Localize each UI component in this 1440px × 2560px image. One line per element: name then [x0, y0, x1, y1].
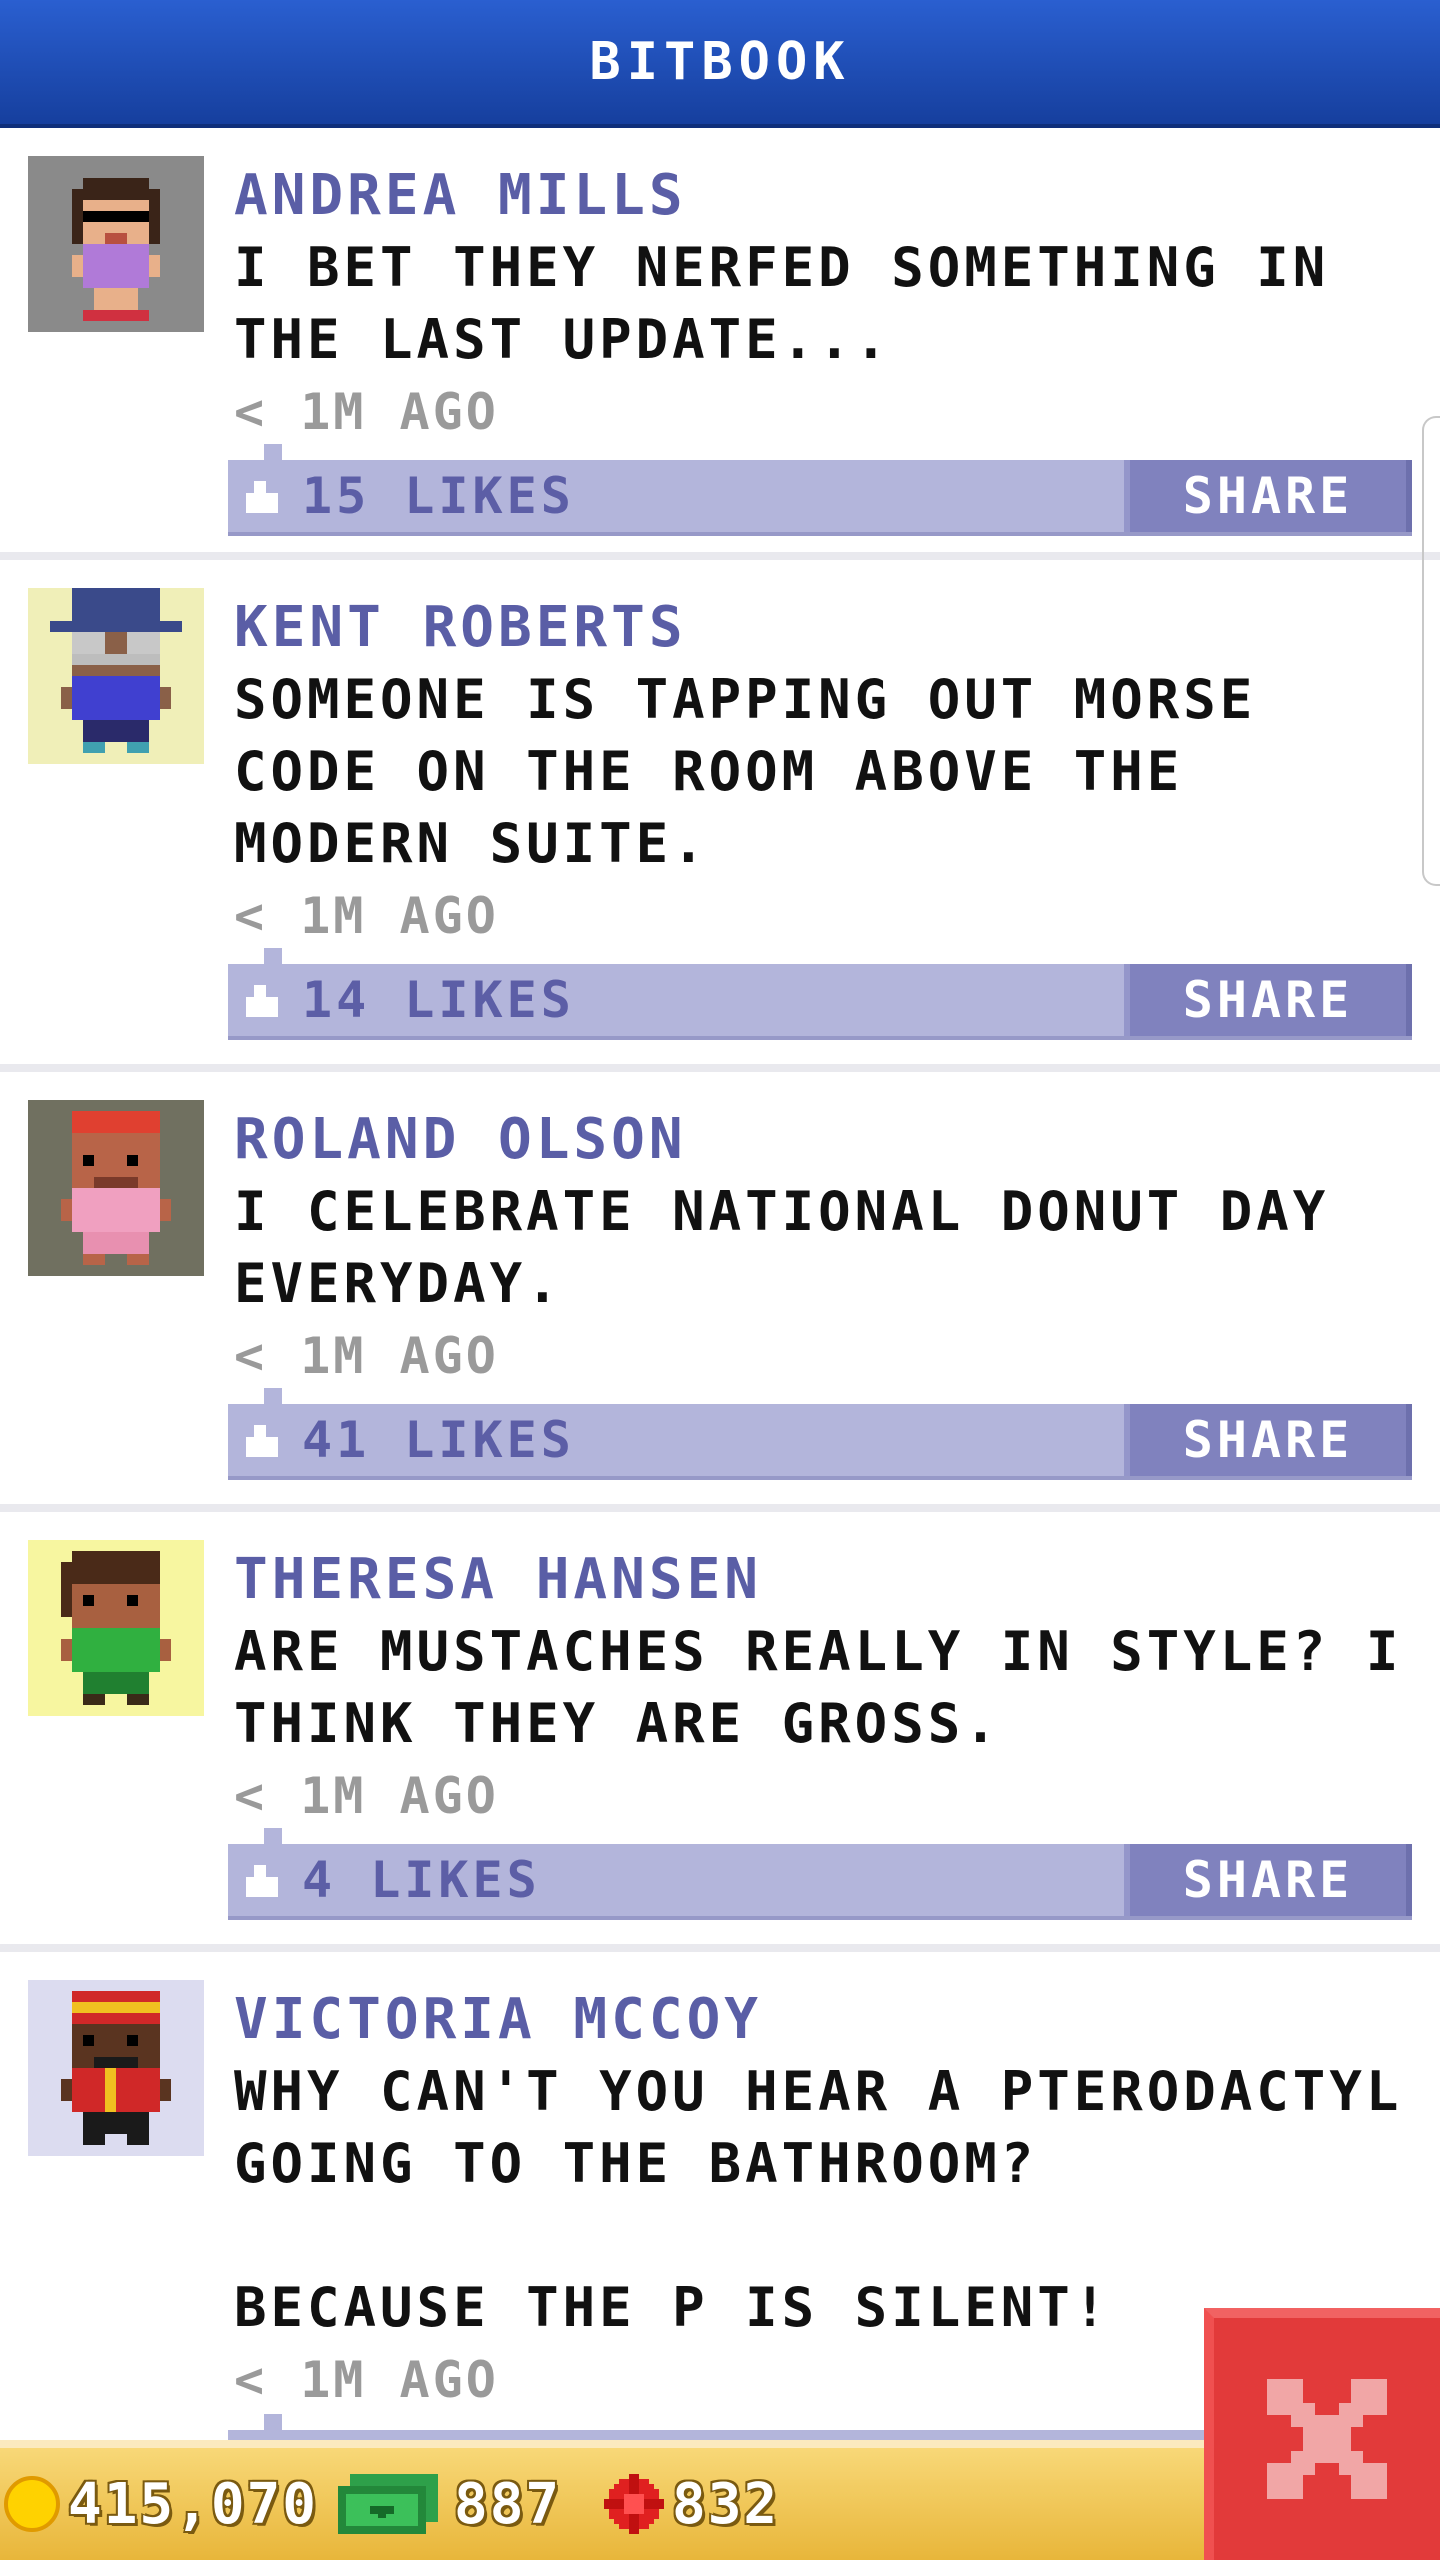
thumbs-up-icon[interactable]	[242, 480, 282, 514]
like-count: 4 LIKES	[302, 1851, 541, 1909]
scrollbar[interactable]	[1422, 416, 1440, 886]
thumbs-up-icon[interactable]	[242, 1424, 282, 1458]
divider	[0, 552, 1440, 560]
post: ANDREA MILLS I BET THEY NERFED SOMETHING…	[0, 128, 1440, 560]
post-time: < 1M AGO	[234, 1767, 499, 1825]
thumbs-up-icon[interactable]	[242, 984, 282, 1018]
tower-bux-icon	[338, 2474, 438, 2534]
like-count: 41 LIKES	[302, 1411, 575, 1469]
post-author[interactable]: ROLAND OLSON	[234, 1104, 687, 1176]
app-title: BITBOOK	[589, 32, 851, 92]
coins-value: 415,070	[68, 2471, 319, 2537]
gear-token-icon	[604, 2474, 664, 2534]
tokens-stat: 832	[604, 2448, 779, 2560]
post: ROLAND OLSON I CELEBRATE NATIONAL DONUT …	[0, 1072, 1440, 1512]
post-time: < 1M AGO	[234, 887, 499, 945]
divider	[0, 1504, 1440, 1512]
like-count: 15 LIKES	[302, 467, 575, 525]
avatar-theresa-icon	[61, 1551, 171, 1705]
post-text: ARE MUSTACHES REALLY IN STYLE? I THINK T…	[234, 1620, 1439, 1755]
tokens-value: 832	[672, 2471, 780, 2537]
coin-icon	[4, 2476, 60, 2532]
post-text: I CELEBRATE NATIONAL DONUT DAY EVERYDAY.	[234, 1180, 1366, 1315]
share-button[interactable]: SHARE	[1124, 460, 1412, 532]
post-author[interactable]: KENT ROBERTS	[234, 592, 687, 664]
share-button[interactable]: SHARE	[1124, 964, 1412, 1036]
avatar[interactable]	[28, 1540, 204, 1716]
post-author[interactable]: THERESA HANSEN	[234, 1544, 762, 1616]
bux-stat: 887	[338, 2448, 561, 2560]
post-time: < 1M AGO	[234, 1327, 499, 1385]
avatar[interactable]	[28, 588, 204, 764]
post-author[interactable]: VICTORIA MCCOY	[234, 1984, 762, 2056]
like-bar: 41 LIKES SHARE	[228, 1388, 1412, 1480]
avatar[interactable]	[28, 1100, 204, 1276]
post-time: < 1M AGO	[234, 2351, 499, 2409]
post-text: SOMEONE IS TAPPING OUT MORSE CODE ON THE…	[234, 668, 1293, 875]
post: KENT ROBERTS SOMEONE IS TAPPING OUT MORS…	[0, 560, 1440, 1072]
like-bar: 15 LIKES SHARE	[228, 444, 1412, 536]
thumbs-up-icon[interactable]	[242, 1864, 282, 1898]
post-text: WHY CAN'T YOU HEAR A PTERODACTYL GOING T…	[234, 2060, 1403, 2339]
avatar-roland-icon	[61, 1111, 171, 1265]
avatar[interactable]	[28, 156, 204, 332]
divider	[0, 1064, 1440, 1072]
share-button[interactable]: SHARE	[1124, 1404, 1412, 1476]
coins-stat: 415,070	[4, 2448, 318, 2560]
post-time: < 1M AGO	[234, 383, 499, 441]
like-bar: 4 LIKES SHARE	[228, 1828, 1412, 1920]
app-header: BITBOOK	[0, 0, 1440, 128]
avatar-andrea-icon	[72, 178, 160, 321]
avatar-kent-icon	[50, 588, 182, 753]
share-button[interactable]: SHARE	[1124, 1844, 1412, 1916]
post-author[interactable]: ANDREA MILLS	[234, 160, 687, 232]
post: THERESA HANSEN ARE MUSTACHES REALLY IN S…	[0, 1512, 1440, 1952]
like-count: 14 LIKES	[302, 971, 575, 1029]
close-button[interactable]	[1204, 2308, 1440, 2560]
post-text: I BET THEY NERFED SOMETHING IN THE LAST …	[234, 236, 1366, 371]
close-icon	[1267, 2379, 1387, 2499]
divider	[0, 1944, 1440, 1952]
bux-value: 887	[454, 2471, 562, 2537]
avatar-victoria-icon	[61, 1991, 171, 2145]
avatar[interactable]	[28, 1980, 204, 2156]
like-bar: 14 LIKES SHARE	[228, 948, 1412, 1040]
feed[interactable]: ANDREA MILLS I BET THEY NERFED SOMETHING…	[0, 128, 1440, 2440]
